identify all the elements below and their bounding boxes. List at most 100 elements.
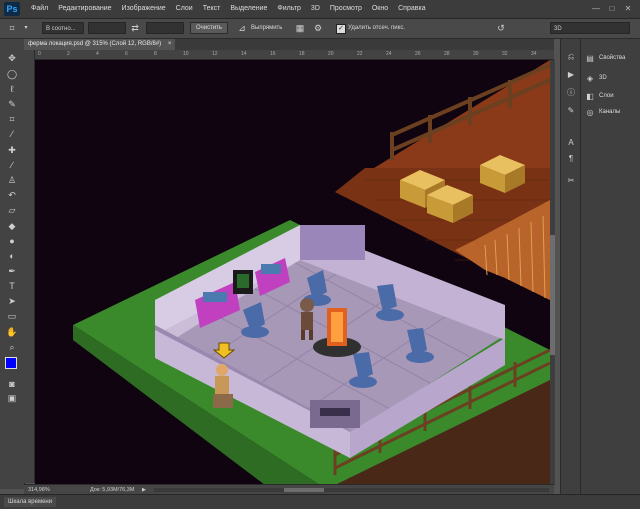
panel-label: Слои [599,93,614,99]
ruler-tick: 2 [67,51,70,57]
move-tool-icon[interactable]: ✥ [3,51,21,65]
crop-tool-icon[interactable]: ⌗ [6,22,18,34]
path-select-tool-icon[interactable]: ➤ [3,294,21,308]
ruler-vertical [24,50,35,483]
actions-icon[interactable]: ▶ [565,69,577,81]
scrollbar-thumb[interactable] [550,235,555,355]
ruler-tick: 14 [241,51,247,57]
ruler-tick: 0 [38,51,41,57]
3d-icon: ◈ [586,73,594,83]
menu-select[interactable]: Выделение [225,0,272,18]
crop-tool-icon[interactable]: ⌗ [3,112,21,126]
character-icon[interactable]: A [565,137,577,149]
photoshop-logo: Ps [4,2,20,16]
menu-layers[interactable]: Слои [171,0,198,18]
menu-3d[interactable]: 3D [306,0,325,18]
ruler-tick: 4 [96,51,99,57]
ruler-tick: 18 [299,51,305,57]
panel-3d[interactable]: ◈ 3D [585,71,607,85]
pen-tool-icon[interactable]: ✒ [3,264,21,278]
delete-pixels-checkbox[interactable]: ✓ [336,24,346,34]
document-tabs: ферма локация.psd @ 315% (Слой 12, RGB/8… [24,39,554,50]
menu-file[interactable]: Файл [26,0,53,18]
dodge-tool-icon[interactable]: ◐ [3,249,21,263]
document-tab[interactable]: ферма локация.psd @ 315% (Слой 12, RGB/8… [24,39,176,50]
chevron-down-icon[interactable]: ▾ [20,22,32,34]
zoom-tool-icon[interactable]: ⌕ [3,340,21,354]
timeline-tab[interactable]: Шкала времени [4,497,57,507]
timeline-panel: Шкала времени [0,494,640,509]
brush-presets-icon[interactable]: ✎ [565,105,577,117]
horizontal-scrollbar-thumb[interactable] [284,488,324,492]
height-input[interactable] [146,22,184,34]
menu-edit[interactable]: Редактирование [53,0,116,18]
layers-icon: ◧ [586,91,594,101]
panel-properties[interactable]: ▤ Свойства [585,51,625,65]
ruler-tick: 26 [415,51,421,57]
lasso-tool-icon[interactable]: ℓ [3,82,21,96]
delete-pixels-label: Удалить отсеч. пикс. [348,25,406,31]
shape-tool-icon[interactable]: ▭ [3,309,21,323]
ruler-tick: 32 [502,51,508,57]
ruler-horizontal: 0 2 4 6 8 10 12 14 16 18 20 22 24 26 28 … [34,50,554,60]
menu-help[interactable]: Справка [393,0,430,18]
maximize-button[interactable]: □ [606,3,618,14]
ruler-tick: 24 [386,51,392,57]
workspace-select[interactable]: 3D [550,22,630,34]
panel-layers[interactable]: ◧ Слои [585,89,614,103]
ruler-tick: 8 [154,51,157,57]
info-icon[interactable]: ⓘ [565,87,577,99]
grid-overlay-icon[interactable]: ▦ [294,22,306,34]
document-tab-title: ферма локация.psd @ 315% (Слой 12, RGB/8… [28,41,162,47]
ruler-tick: 12 [212,51,218,57]
menu-type[interactable]: Текст [198,0,226,18]
collapsed-dock: ⎌ ▶ ⓘ ✎ A ¶ ✂ [560,39,581,494]
menu-image[interactable]: Изображение [117,0,171,18]
tool-presets-icon[interactable]: ✂ [565,175,577,187]
menu-window[interactable]: Окно [367,0,393,18]
ruler-tick: 10 [183,51,189,57]
game-scene-image [73,60,550,485]
document-canvas[interactable] [35,60,550,485]
menu-view[interactable]: Просмотр [325,0,367,18]
panel-label: Каналы [599,109,621,115]
width-input[interactable] [88,22,126,34]
screen-mode-icon[interactable]: ▣ [3,391,21,405]
gear-icon[interactable]: ⚙ [312,22,324,34]
ruler-tick: 30 [473,51,479,57]
clear-button[interactable]: Очистить [190,22,228,34]
eraser-tool-icon[interactable]: ▱ [3,203,21,217]
straighten-icon[interactable]: ⊿ [236,22,248,34]
bucket-tool-icon[interactable]: ◆ [3,219,21,233]
ruler-tick: 34 [531,51,537,57]
reset-icon[interactable]: ↺ [495,22,507,34]
eyedropper-tool-icon[interactable]: ⁄ [3,127,21,141]
hand-tool-icon[interactable]: ✋ [3,325,21,339]
close-tab-button[interactable]: × [168,41,172,47]
paragraph-icon[interactable]: ¶ [565,153,577,165]
panel-channels[interactable]: ◎ Каналы [585,105,621,119]
panel-label: 3D [599,75,607,81]
type-tool-icon[interactable]: T [3,279,21,293]
menu-filter[interactable]: Фильтр [272,0,306,18]
ratio-select[interactable]: В соотно... [42,22,84,34]
menu-bar: Ps Файл Редактирование Изображение Слои … [0,0,640,19]
close-window-button[interactable]: ✕ [622,3,634,14]
ruler-tick: 6 [125,51,128,57]
quick-select-tool-icon[interactable]: ✎ [3,97,21,111]
canvas-vertical-scrollbar[interactable] [550,60,555,485]
swap-icon[interactable]: ⇄ [129,22,141,34]
straighten-label[interactable]: Выпрямить [251,22,282,34]
healing-tool-icon[interactable]: ✚ [3,143,21,157]
marquee-tool-icon[interactable]: ◯ [3,67,21,81]
brush-tool-icon[interactable]: ∕ [3,158,21,172]
blur-tool-icon[interactable]: ● [3,234,21,248]
minimize-button[interactable]: — [590,3,602,14]
panel-label: Свойства [599,55,626,61]
foreground-color-swatch[interactable] [5,357,17,369]
horizontal-scrollbar[interactable] [154,488,549,492]
quick-mask-icon[interactable]: ◙ [3,377,21,391]
stamp-tool-icon[interactable]: ♙ [3,173,21,187]
history-brush-tool-icon[interactable]: ↶ [3,188,21,202]
history-icon[interactable]: ⎌ [565,51,577,63]
